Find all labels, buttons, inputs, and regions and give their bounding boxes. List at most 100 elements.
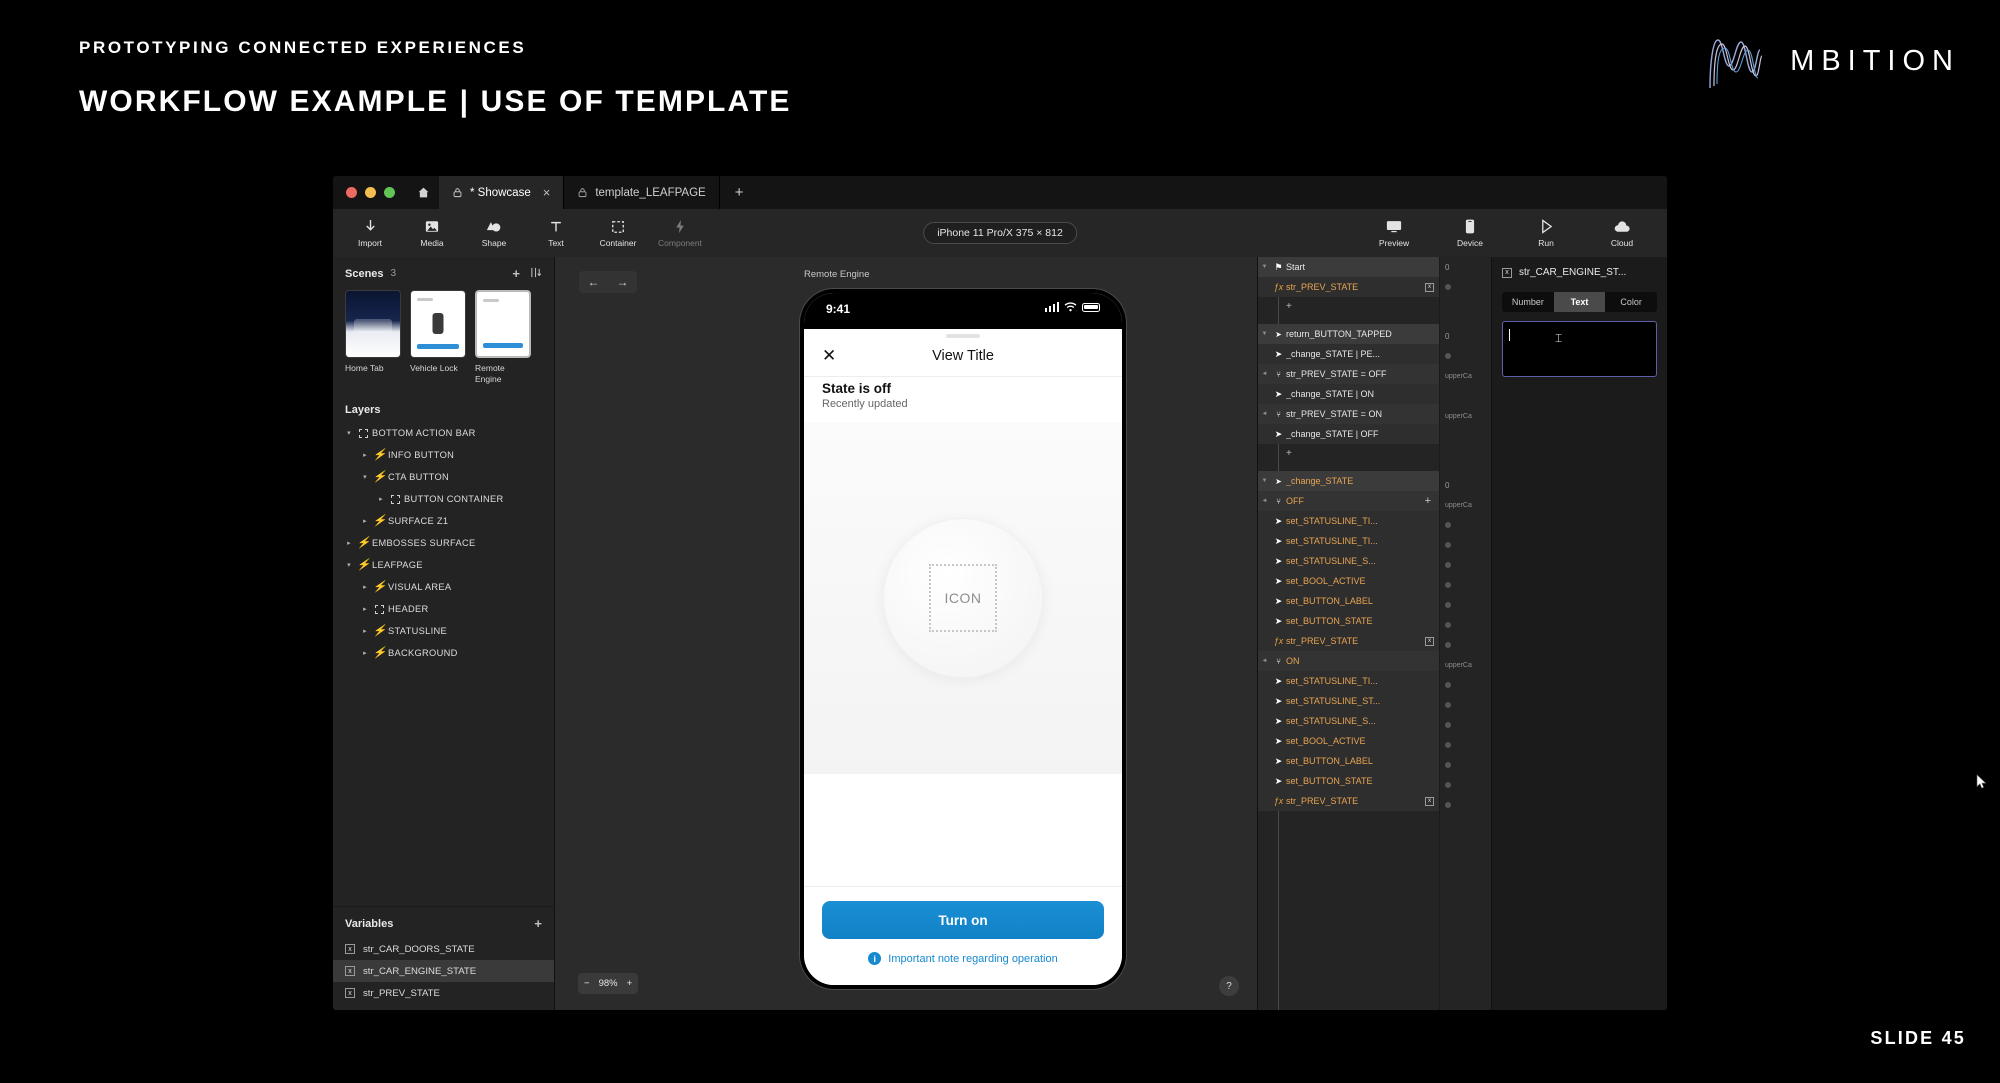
layer-background[interactable]: ▸ ⚡ BACKGROUND — [333, 642, 554, 664]
checkbox-icon[interactable]: x — [1425, 636, 1434, 646]
flow-node-set-statusline-st[interactable]: ➤ set_STATUSLINE_ST... — [1258, 691, 1439, 711]
info-note-label: Important note regarding operation — [888, 952, 1058, 965]
flow-node-change-state-on[interactable]: ➤ _change_STATE | ON — [1258, 384, 1439, 404]
chevron-right-icon[interactable]: ▸ — [359, 583, 371, 591]
layer-button-container[interactable]: ▸ BUTTON CONTAINER — [333, 488, 554, 510]
toolbar-component[interactable]: Component — [649, 218, 711, 248]
close-window-button[interactable] — [346, 187, 357, 198]
flow-condition-prev-state-off[interactable]: ◄ ⑂ str_PREV_STATE = OFF — [1258, 364, 1439, 384]
layer-bottom-action-bar[interactable]: ▾ BOTTOM ACTION BAR — [333, 422, 554, 444]
toolbar-cloud[interactable]: Cloud — [1591, 218, 1653, 248]
toolbar-device[interactable]: Device — [1439, 218, 1501, 248]
layer-leafpage[interactable]: ▾ ⚡ LEAFPAGE — [333, 554, 554, 576]
scene-item-home-tab[interactable]: Home Tab — [345, 290, 401, 384]
tab-showcase[interactable]: * Showcase × — [439, 176, 565, 209]
variable-item-prev-state[interactable]: x str_PREV_STATE — [333, 982, 554, 1004]
turn-on-button[interactable]: Turn on — [822, 901, 1104, 939]
chevron-down-icon[interactable]: ▼ — [1258, 331, 1271, 337]
value-textarea[interactable]: ⌶ — [1502, 321, 1657, 377]
flow-node-prev-state-on[interactable]: ƒx str_PREV_STATE x — [1258, 791, 1439, 811]
toolbar-run[interactable]: Run — [1515, 218, 1577, 248]
layer-surface-z1[interactable]: ▸ ⚡ SURFACE Z1 — [333, 510, 554, 532]
flow-group-change-state[interactable]: ▼ ➤ _change_STATE — [1258, 471, 1439, 491]
flow-node-set-statusline-s-1[interactable]: ➤ set_STATUSLINE_S... — [1258, 551, 1439, 571]
flow-node-set-statusline-ti-1[interactable]: ➤ set_STATUSLINE_TI... — [1258, 511, 1439, 531]
chevron-right-icon[interactable]: ▸ — [375, 495, 387, 503]
chevron-right-icon[interactable]: ▸ — [359, 649, 371, 657]
flow-group-start[interactable]: ▼ ⚑ Start — [1258, 257, 1439, 277]
flow-node-set-button-state-on[interactable]: ➤ set_BUTTON_STATE — [1258, 771, 1439, 791]
info-note[interactable]: i Important note regarding operation — [822, 952, 1104, 965]
layer-statusline[interactable]: ▸ ⚡ STATUSLINE — [333, 620, 554, 642]
scene-item-remote-engine[interactable]: Remote Engine — [475, 290, 531, 384]
tab-template-leafpage[interactable]: template_LEAFPAGE — [564, 176, 720, 209]
sort-icon[interactable] — [530, 266, 542, 281]
chevron-right-icon[interactable]: ▸ — [359, 451, 371, 459]
flow-node-set-button-label-off[interactable]: ➤ set_BUTTON_LABEL — [1258, 591, 1439, 611]
tab-number[interactable]: Number — [1502, 292, 1554, 312]
chevron-right-icon[interactable]: ▸ — [359, 627, 371, 635]
toolbar-media[interactable]: Media — [401, 218, 463, 248]
checkbox-icon[interactable]: x — [1425, 796, 1434, 806]
toolbar-text[interactable]: Text — [525, 218, 587, 248]
chevron-down-icon[interactable]: ▾ — [343, 429, 355, 437]
flow-add-branch-button[interactable]: + — [1425, 495, 1439, 507]
chevron-right-icon[interactable]: ▸ — [343, 539, 355, 547]
help-button[interactable]: ? — [1219, 976, 1239, 996]
layer-cta-button[interactable]: ▾ ⚡ CTA BUTTON — [333, 466, 554, 488]
chevron-down-icon[interactable]: ▾ — [359, 473, 371, 481]
flow-node-set-bool-active-on[interactable]: ➤ set_BOOL_ACTIVE — [1258, 731, 1439, 751]
flow-group-return-button-tapped[interactable]: ▼ ➤ return_BUTTON_TAPPED — [1258, 324, 1439, 344]
flow-node-set-statusline-ti-3[interactable]: ➤ set_STATUSLINE_TI... — [1258, 671, 1439, 691]
chevron-right-icon[interactable]: ▸ — [359, 605, 371, 613]
layer-info-button[interactable]: ▸ ⚡ INFO BUTTON — [333, 444, 554, 466]
flow-add-node-button[interactable]: + — [1258, 444, 1439, 462]
flow-node-prev-state-off[interactable]: ƒx str_PREV_STATE x — [1258, 631, 1439, 651]
minimize-window-button[interactable] — [365, 187, 376, 198]
toolbar-preview[interactable]: Preview — [1363, 218, 1425, 248]
home-icon[interactable] — [408, 176, 439, 209]
add-variable-button[interactable]: + — [534, 916, 542, 931]
zoom-out-button[interactable]: − — [584, 978, 590, 989]
forward-button[interactable]: → — [608, 271, 637, 293]
flow-node-set-statusline-ti-2[interactable]: ➤ set_STATUSLINE_TI... — [1258, 531, 1439, 551]
flow-condition-off[interactable]: ◄ ⑂ OFF + — [1258, 491, 1439, 511]
layer-header[interactable]: ▸ HEADER — [333, 598, 554, 620]
flow-node-set-button-state-off[interactable]: ➤ set_BUTTON_STATE — [1258, 611, 1439, 631]
flow-condition-prev-state-on[interactable]: ◄ ⑂ str_PREV_STATE = ON — [1258, 404, 1439, 424]
tab-text[interactable]: Text — [1553, 292, 1606, 312]
flow-node-set-button-label-on[interactable]: ➤ set_BUTTON_LABEL — [1258, 751, 1439, 771]
scenes-count: 3 — [390, 268, 397, 279]
add-scene-button[interactable]: + — [512, 266, 520, 281]
flow-node-change-state-off[interactable]: ➤ _change_STATE | OFF — [1258, 424, 1439, 444]
scene-item-vehicle-lock[interactable]: Vehicle Lock — [410, 290, 466, 384]
tab-close-icon[interactable]: × — [543, 185, 551, 200]
flow-node-set-statusline-s-2[interactable]: ➤ set_STATUSLINE_S... — [1258, 711, 1439, 731]
flow-add-node-button[interactable]: + — [1258, 297, 1439, 315]
zoom-in-button[interactable]: + — [627, 978, 633, 989]
chevron-right-icon[interactable]: ▸ — [359, 517, 371, 525]
toolbar-shape[interactable]: Shape — [463, 218, 525, 248]
layer-visual-area[interactable]: ▸ ⚡ VISUAL AREA — [333, 576, 554, 598]
canvas-area[interactable]: ← → Remote Engine 9:41 ✕ View Title Stat… — [555, 257, 1257, 1010]
flow-node-start-prev-state[interactable]: ƒx str_PREV_STATE x — [1258, 277, 1439, 297]
flow-node-change-state-pe[interactable]: ➤ _change_STATE | PE... — [1258, 344, 1439, 364]
chevron-down-icon[interactable]: ▾ — [343, 561, 355, 569]
phone-screen[interactable]: 9:41 ✕ View Title State is off Recently … — [804, 293, 1122, 985]
flow-condition-on[interactable]: ◄ ⑂ ON — [1258, 651, 1439, 671]
chevron-down-icon[interactable]: ▼ — [1258, 264, 1271, 270]
variable-item-car-engine-state[interactable]: x str_CAR_ENGINE_STATE — [333, 960, 554, 982]
new-tab-button[interactable]: + — [720, 176, 759, 209]
toolbar-container[interactable]: Container — [587, 218, 649, 248]
variable-item-car-doors-state[interactable]: x str_CAR_DOORS_STATE — [333, 938, 554, 960]
maximize-window-button[interactable] — [384, 187, 395, 198]
checkbox-icon[interactable]: x — [1425, 282, 1434, 292]
tab-color[interactable]: Color — [1605, 292, 1657, 312]
window-controls[interactable] — [333, 176, 408, 209]
layer-embosses-surface[interactable]: ▸ ⚡ EMBOSSES SURFACE — [333, 532, 554, 554]
device-selector[interactable]: iPhone 11 Pro/X 375 × 812 — [923, 222, 1077, 244]
toolbar-import[interactable]: Import — [339, 218, 401, 248]
flow-node-set-bool-active-off[interactable]: ➤ set_BOOL_ACTIVE — [1258, 571, 1439, 591]
chevron-down-icon[interactable]: ▼ — [1258, 478, 1271, 484]
back-button[interactable]: ← — [579, 271, 608, 293]
